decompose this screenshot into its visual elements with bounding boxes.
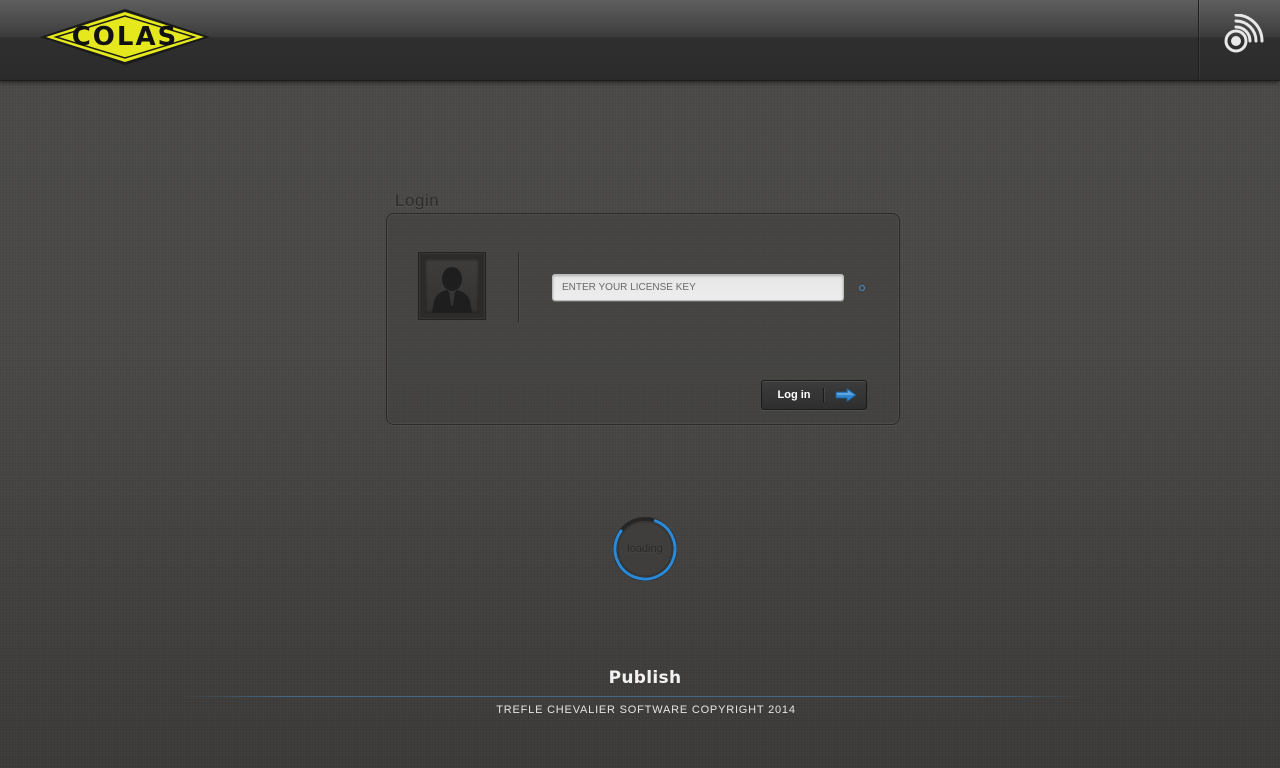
status-dot-icon (859, 285, 865, 291)
arrow-right-icon (835, 388, 857, 402)
top-bar: COLAS (0, 0, 1280, 81)
license-key-input[interactable] (552, 274, 844, 301)
sync-button[interactable] (1216, 13, 1266, 60)
copyright-text: TREFLE CHEVALIER SOFTWARE COPYRIGHT 2014 (496, 704, 796, 716)
login-title: Login (395, 191, 440, 210)
footer-divider (178, 696, 1086, 697)
login-button-separator (823, 388, 824, 402)
login-panel: Log in (386, 213, 900, 425)
loading-label: loading (627, 543, 663, 555)
user-avatar-icon (432, 267, 472, 313)
colas-logo: COLAS (38, 8, 212, 66)
topbar-divider (1198, 0, 1199, 80)
logo-text: COLAS (71, 22, 179, 52)
login-button-label: Log in (777, 389, 811, 401)
avatar-frame (425, 259, 479, 313)
vertical-separator (518, 252, 519, 322)
sync-signal-icon (1224, 13, 1264, 53)
loading-spinner: loading (612, 516, 678, 582)
publish-brand: Publish (608, 668, 682, 688)
avatar (418, 252, 486, 320)
login-button[interactable]: Log in (761, 380, 867, 410)
